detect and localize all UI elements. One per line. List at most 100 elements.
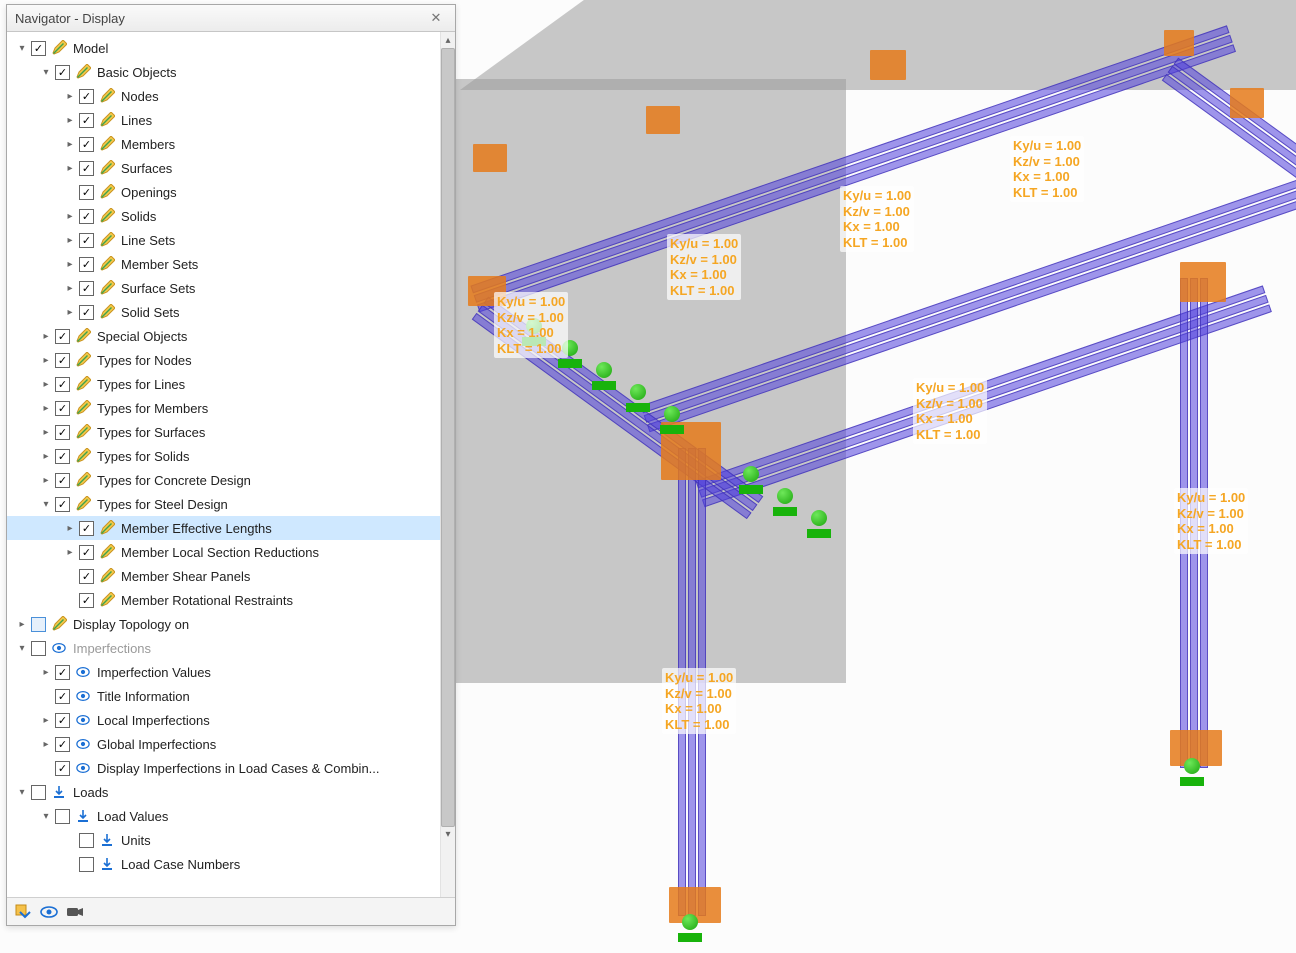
tree-item[interactable]: ✓Member Rotational Restraints (7, 588, 455, 612)
chevron-right-icon[interactable]: ▸ (39, 737, 53, 751)
tree-item[interactable]: ▾✓Load Values (7, 804, 455, 828)
checkbox[interactable]: ✓ (55, 809, 70, 824)
chevron-right-icon[interactable]: ▸ (39, 329, 53, 343)
checkbox[interactable]: ✓ (55, 689, 70, 704)
tree-item[interactable]: ▸✓Local Imperfections (7, 708, 455, 732)
tree-item[interactable]: ▸✓Types for Lines (7, 372, 455, 396)
checkbox[interactable]: ✓ (79, 521, 94, 536)
tree-item[interactable]: ▸Display Topology on (7, 612, 455, 636)
chevron-right-icon[interactable]: ▸ (39, 665, 53, 679)
checkbox[interactable]: ✓ (79, 233, 94, 248)
tree-item[interactable]: ▸✓Nodes (7, 84, 455, 108)
tree-item[interactable]: ▸✓Types for Solids (7, 444, 455, 468)
navigator-tree[interactable]: ▾✓Model▾✓Basic Objects▸✓Nodes▸✓Lines▸✓Me… (7, 32, 455, 897)
chevron-right-icon[interactable]: ▸ (15, 617, 29, 631)
tree-item[interactable]: ▸✓Types for Members (7, 396, 455, 420)
tree-item[interactable]: ✓Units (7, 828, 455, 852)
tree-item[interactable]: ▸✓Member Local Section Reductions (7, 540, 455, 564)
checkbox[interactable]: ✓ (79, 185, 94, 200)
checkbox[interactable]: ✓ (79, 857, 94, 872)
tree-item[interactable]: ✓Load Case Numbers (7, 852, 455, 876)
checkbox[interactable]: ✓ (79, 209, 94, 224)
chevron-right-icon[interactable]: ▸ (63, 137, 77, 151)
checkbox[interactable]: ✓ (55, 737, 70, 752)
tree-item[interactable]: ▾✓Basic Objects (7, 60, 455, 84)
chevron-right-icon[interactable]: ▸ (63, 233, 77, 247)
tree-item[interactable]: ▸✓Surface Sets (7, 276, 455, 300)
chevron-right-icon[interactable]: ▸ (39, 401, 53, 415)
checkbox[interactable]: ✓ (55, 665, 70, 680)
tree-item[interactable]: ▸✓Imperfection Values (7, 660, 455, 684)
checkbox[interactable]: ✓ (79, 257, 94, 272)
chevron-right-icon[interactable]: ▸ (63, 521, 77, 535)
checkbox[interactable]: ✓ (55, 377, 70, 392)
tree-item[interactable]: ▸✓Solid Sets (7, 300, 455, 324)
chevron-right-icon[interactable]: ▸ (63, 257, 77, 271)
chevron-right-icon[interactable]: ▸ (63, 281, 77, 295)
chevron-down-icon[interactable]: ▾ (39, 809, 53, 823)
tree-item[interactable]: ✓Display Imperfections in Load Cases & C… (7, 756, 455, 780)
tree-item[interactable]: ▸✓Member Effective Lengths (7, 516, 455, 540)
chevron-down-icon[interactable]: ▾ (39, 65, 53, 79)
tree-item[interactable]: ▾✓Loads (7, 780, 455, 804)
chevron-right-icon[interactable]: ▸ (39, 377, 53, 391)
tree-item[interactable]: ▸✓Line Sets (7, 228, 455, 252)
chevron-right-icon[interactable]: ▸ (39, 425, 53, 439)
checkbox[interactable] (31, 617, 46, 632)
footer-camera-icon[interactable] (63, 901, 87, 923)
footer-icon-1[interactable] (11, 901, 35, 923)
checkbox[interactable]: ✓ (79, 305, 94, 320)
chevron-down-icon[interactable]: ▾ (39, 497, 53, 511)
checkbox[interactable]: ✓ (79, 545, 94, 560)
checkbox[interactable]: ✓ (55, 473, 70, 488)
checkbox[interactable]: ✓ (79, 89, 94, 104)
checkbox[interactable]: ✓ (55, 425, 70, 440)
scroll-thumb[interactable] (441, 48, 455, 827)
chevron-right-icon[interactable]: ▸ (39, 449, 53, 463)
checkbox[interactable]: ✓ (31, 785, 46, 800)
tree-item[interactable]: ▸✓Special Objects (7, 324, 455, 348)
tree-item[interactable]: ▸✓Members (7, 132, 455, 156)
checkbox[interactable]: ✓ (79, 593, 94, 608)
tree-item[interactable]: ✓Member Shear Panels (7, 564, 455, 588)
navigator-title-bar[interactable]: Navigator - Display ✕ (7, 5, 455, 32)
tree-item[interactable]: ▸✓Solids (7, 204, 455, 228)
checkbox[interactable]: ✓ (55, 761, 70, 776)
scroll-up-icon[interactable]: ▴ (441, 32, 455, 48)
chevron-right-icon[interactable]: ▸ (39, 353, 53, 367)
scroll-down-icon[interactable]: ▾ (441, 827, 455, 843)
checkbox[interactable]: ✓ (79, 161, 94, 176)
chevron-right-icon[interactable]: ▸ (63, 113, 77, 127)
chevron-right-icon[interactable]: ▸ (63, 89, 77, 103)
tree-item[interactable]: ▾✓Imperfections (7, 636, 455, 660)
chevron-down-icon[interactable]: ▾ (15, 785, 29, 799)
chevron-right-icon[interactable]: ▸ (63, 209, 77, 223)
tree-item[interactable]: ▾✓Model (7, 36, 455, 60)
chevron-right-icon[interactable]: ▸ (63, 545, 77, 559)
tree-item[interactable]: ▸✓Types for Concrete Design (7, 468, 455, 492)
tree-item[interactable]: ▸✓Types for Nodes (7, 348, 455, 372)
scrollbar[interactable]: ▴ ▾ (440, 32, 455, 897)
checkbox[interactable]: ✓ (55, 449, 70, 464)
tree-item[interactable]: ▸✓Surfaces (7, 156, 455, 180)
close-icon[interactable]: ✕ (425, 9, 447, 27)
chevron-down-icon[interactable]: ▾ (15, 41, 29, 55)
chevron-right-icon[interactable]: ▸ (39, 473, 53, 487)
footer-eye-icon[interactable] (37, 901, 61, 923)
checkbox[interactable]: ✓ (31, 641, 46, 656)
chevron-right-icon[interactable]: ▸ (63, 161, 77, 175)
checkbox[interactable]: ✓ (79, 137, 94, 152)
checkbox[interactable]: ✓ (79, 569, 94, 584)
tree-item[interactable]: ✓Title Information (7, 684, 455, 708)
tree-item[interactable]: ▸✓Global Imperfections (7, 732, 455, 756)
chevron-right-icon[interactable]: ▸ (39, 713, 53, 727)
checkbox[interactable]: ✓ (55, 497, 70, 512)
checkbox[interactable]: ✓ (79, 113, 94, 128)
checkbox[interactable]: ✓ (55, 329, 70, 344)
checkbox[interactable]: ✓ (55, 401, 70, 416)
checkbox[interactable]: ✓ (31, 41, 46, 56)
tree-item[interactable]: ▸✓Member Sets (7, 252, 455, 276)
chevron-right-icon[interactable]: ▸ (63, 305, 77, 319)
checkbox[interactable]: ✓ (79, 281, 94, 296)
checkbox[interactable]: ✓ (55, 65, 70, 80)
